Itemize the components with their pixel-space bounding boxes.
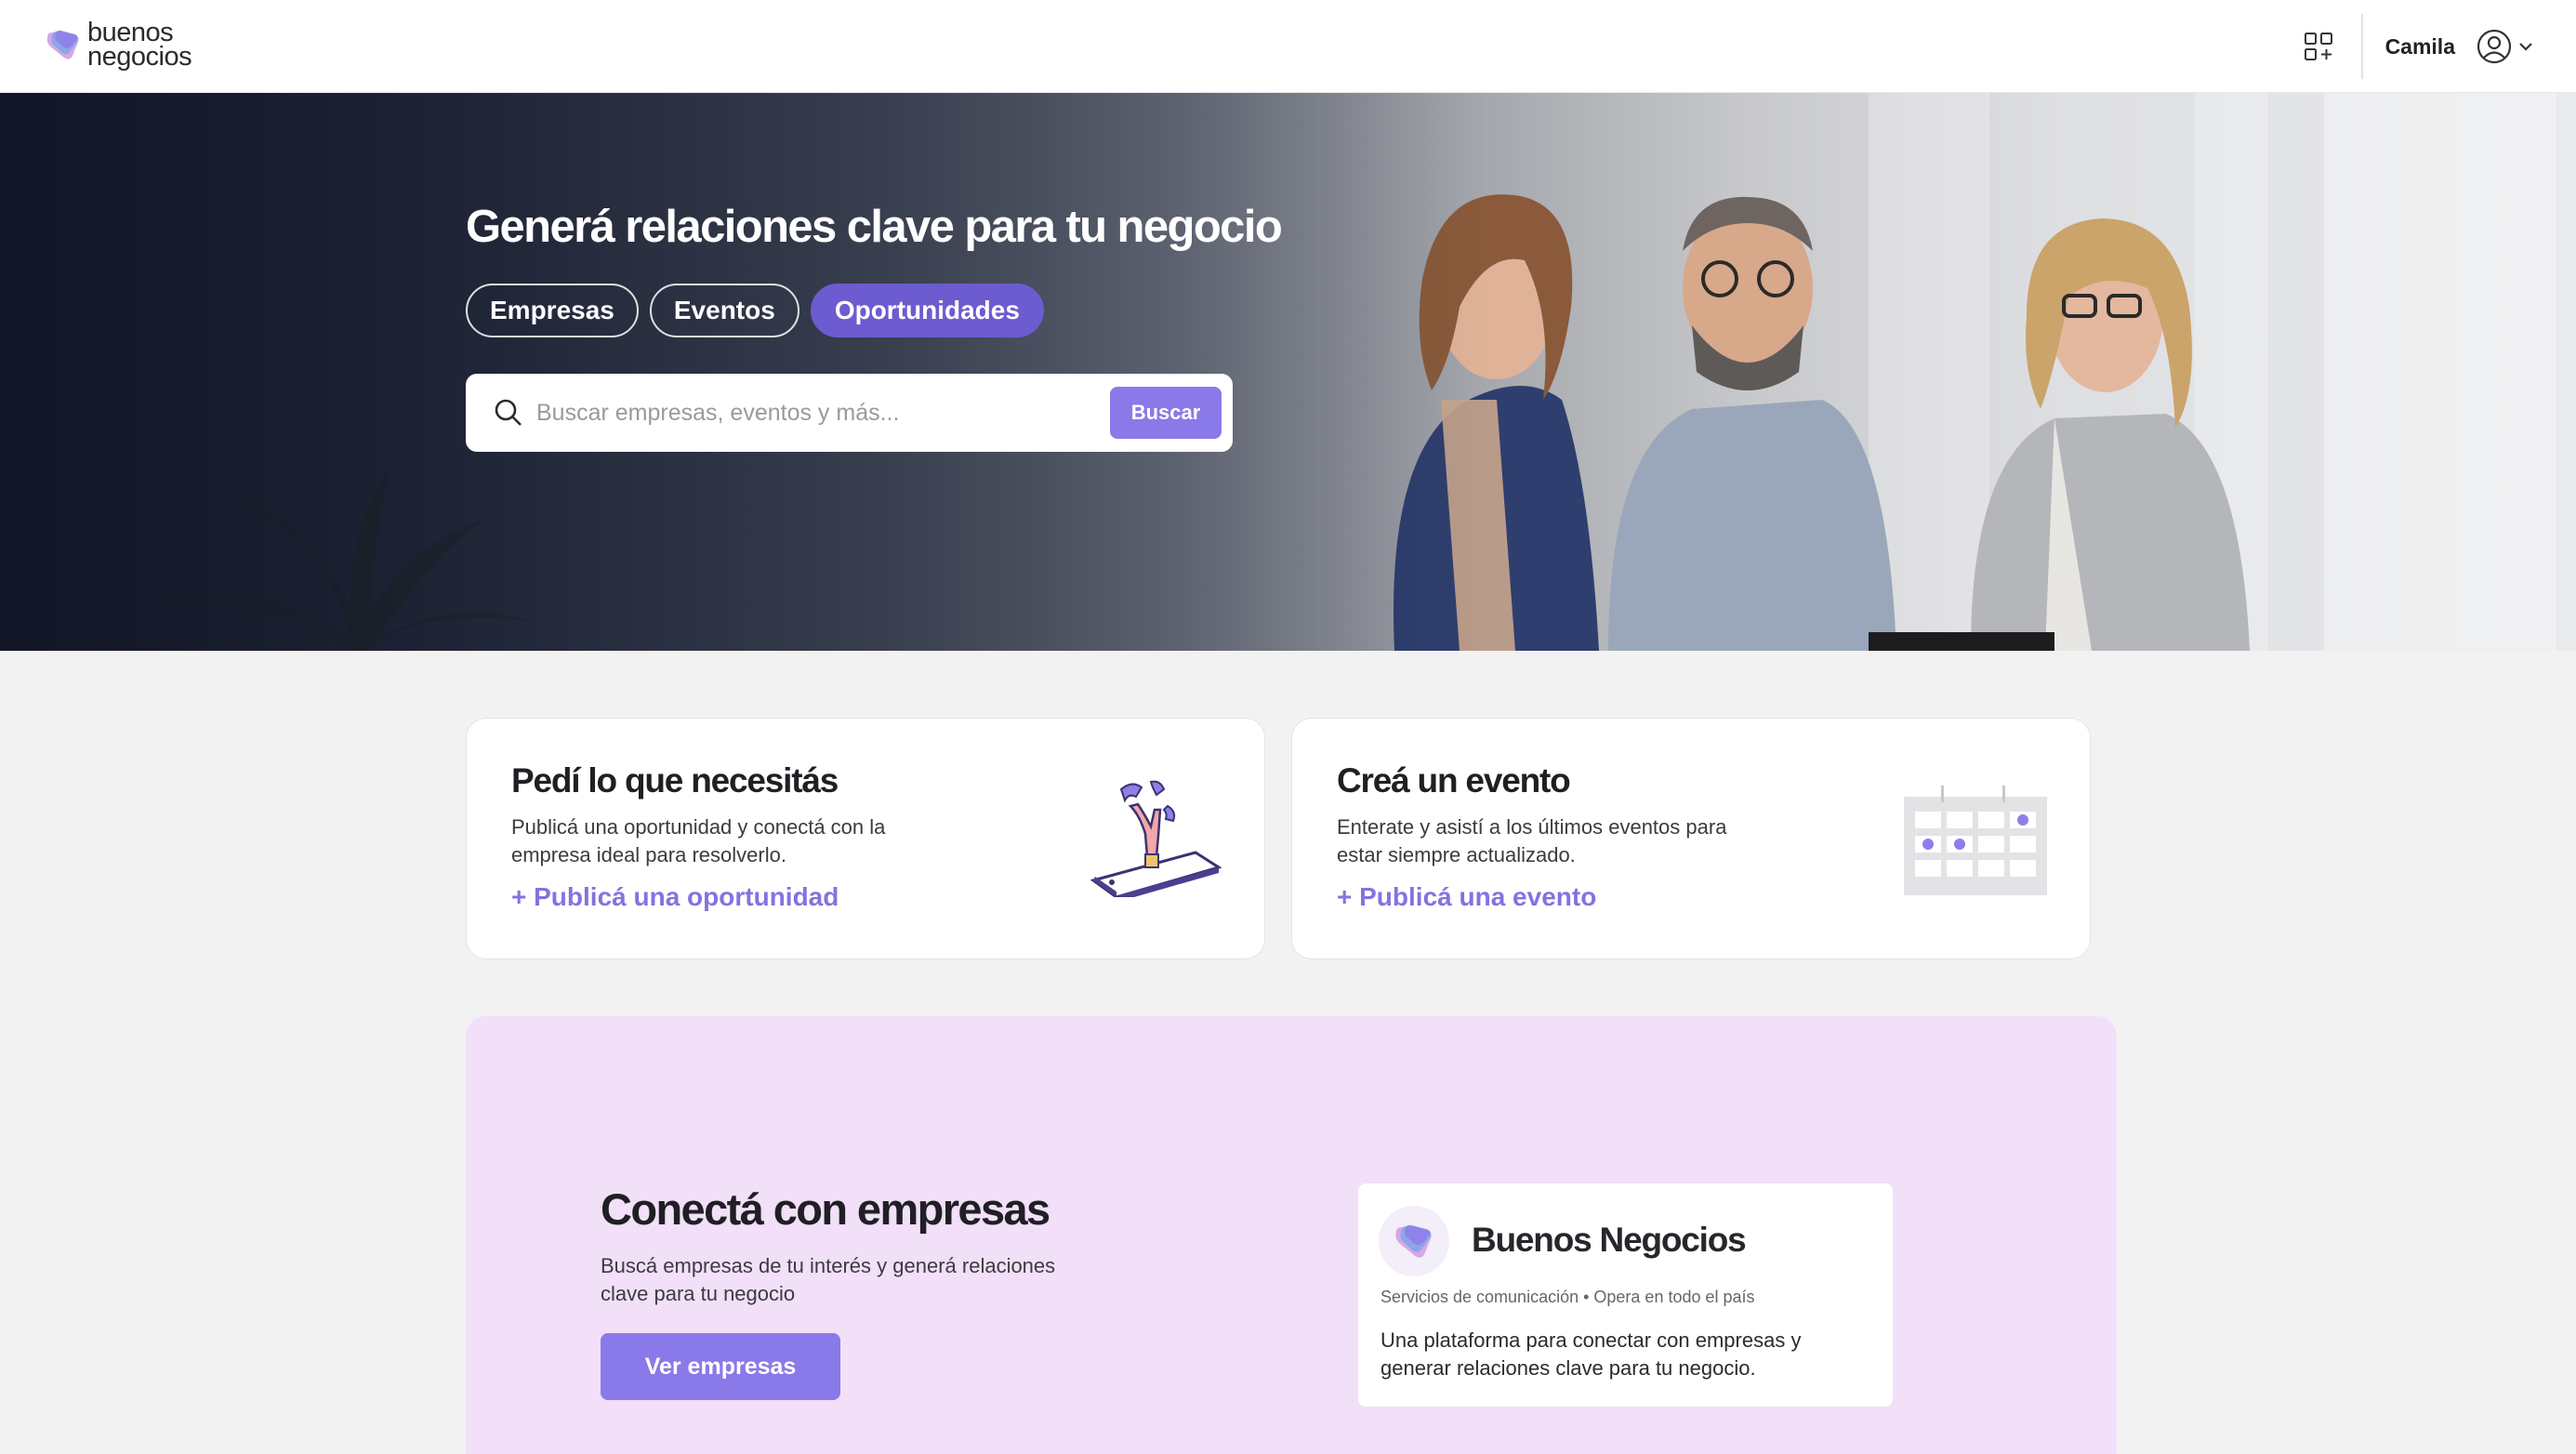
company-logo-icon (1395, 1224, 1432, 1258)
tab-oportunidades[interactable]: Oportunidades (810, 284, 1044, 337)
publish-event-link[interactable]: + Publicá una evento (1337, 882, 1596, 912)
hero-title: Generá relaciones clave para tu negocio (466, 202, 1283, 252)
card-title: Creá un evento (1337, 761, 1571, 800)
hero-shade (0, 93, 1487, 651)
chevron-down-icon (2519, 43, 2532, 51)
company-description: Una plataforma para conectar con empresa… (1380, 1328, 1802, 1380)
connect-section: Conectá con empresas Buscá empresas de t… (466, 1016, 2117, 1454)
header-divider (2360, 14, 2363, 79)
search-box: Buscar (466, 374, 1233, 452)
tab-empresas[interactable]: Empresas (466, 284, 639, 337)
connect-title: Conectá con empresas (601, 1184, 1050, 1234)
card-title: Pedí lo que necesitás (511, 761, 839, 800)
card-event: Creá un evento Enterate y asistí a los ú… (1291, 718, 2091, 959)
apps-add-icon (2304, 33, 2332, 60)
card-description: Enterate y asistí a los últimos eventos … (1337, 815, 1727, 866)
connect-description: Buscá empresas de tu interés y generá re… (601, 1254, 1056, 1305)
publish-opportunity-link[interactable]: + Publicá una oportunidad (511, 882, 839, 912)
search-input[interactable] (536, 399, 1094, 427)
search-icon (495, 399, 522, 426)
card-description: Publicá una oportunidad y conectá con la… (511, 815, 886, 866)
tab-eventos[interactable]: Eventos (649, 284, 799, 337)
logo-mark-icon (46, 30, 79, 59)
hero-banner: Generá relaciones clave para tu negocio … (0, 93, 2576, 651)
user-menu-button[interactable] (2476, 28, 2535, 65)
hand-phone-illustration (1090, 780, 1222, 897)
company-meta: Servicios de comunicación • Opera en tod… (1380, 1288, 1755, 1306)
user-name: Camila (2384, 33, 2455, 59)
calendar-illustration (1904, 786, 2047, 895)
card-opportunity: Pedí lo que necesitás Publicá una oportu… (466, 718, 1265, 959)
logo-line-2: negocios (87, 42, 192, 72)
avatar (1379, 1206, 1449, 1276)
top-bar: buenos negocios Camila (0, 0, 2576, 93)
search-button[interactable]: Buscar (1110, 387, 1222, 439)
logo[interactable]: buenos negocios (45, 20, 192, 72)
company-card[interactable]: Buenos Negocios Servicios de comunicació… (1358, 1183, 1893, 1407)
view-companies-button[interactable]: Ver empresas (601, 1333, 840, 1400)
user-circle-icon (2477, 29, 2512, 64)
company-name: Buenos Negocios (1472, 1221, 1747, 1259)
hero-tabs: Empresas Eventos Oportunidades (466, 284, 1044, 337)
apps-add-button[interactable] (2300, 28, 2337, 65)
